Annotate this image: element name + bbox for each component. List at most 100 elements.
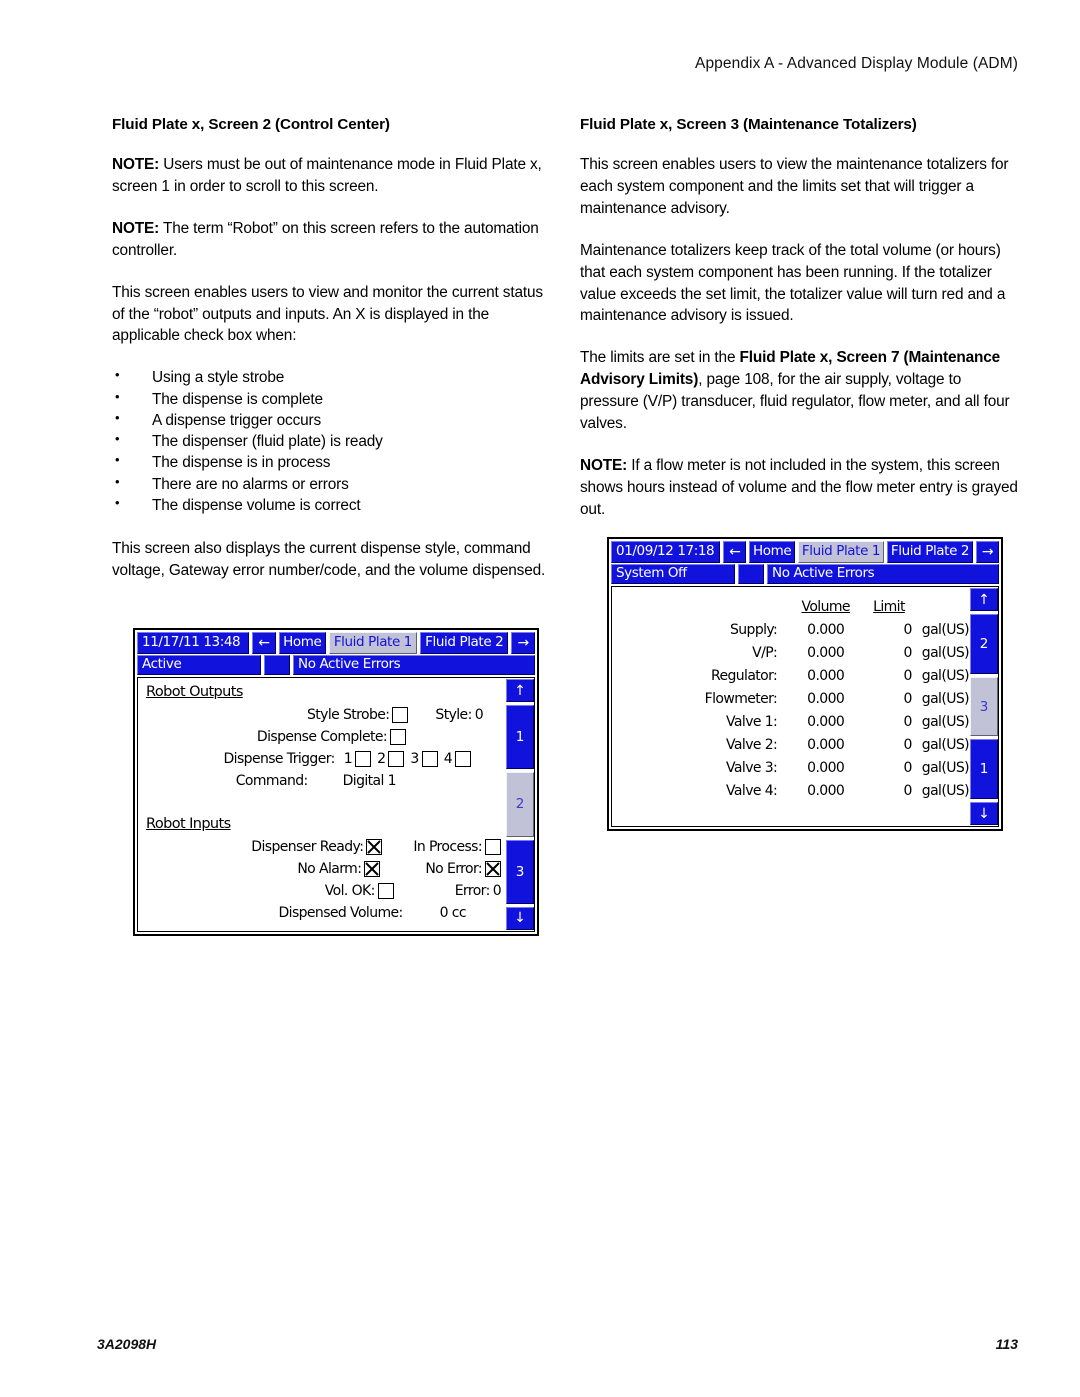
table-row: Valve 4: 0.000 0 gal(US) xyxy=(612,779,969,802)
dispense-complete-row: Dispense Complete: xyxy=(146,729,406,745)
adm-right-canvas: Volume Limit Supply: 0.000 0 gal(US) V/P… xyxy=(611,586,969,827)
row-volume: 0.000 xyxy=(807,690,845,707)
sidebar-screen-3[interactable]: 3 xyxy=(506,839,534,904)
row-label: Supply: xyxy=(729,621,778,638)
dispense-complete-checkbox[interactable] xyxy=(390,729,406,745)
style-strobe-checkbox[interactable] xyxy=(392,707,409,723)
note-text: The term “Robot” on this screen refers t… xyxy=(112,219,539,259)
right-note: NOTE: If a flow meter is not included in… xyxy=(580,455,1018,521)
left-text-column: Fluid Plate x, Screen 2 (Control Center)… xyxy=(112,115,550,602)
tab-fluid-plate-2[interactable]: Fluid Plate 2 xyxy=(887,541,973,563)
right-section-title: Fluid Plate x, Screen 3 (Maintenance Tot… xyxy=(580,116,917,133)
dispense-trigger-row: Dispense Trigger: 1 2 3 4 xyxy=(146,751,471,767)
row-volume: 0.000 xyxy=(807,782,845,799)
tab-home[interactable]: Home xyxy=(278,632,326,654)
dispense-complete-label: Dispense Complete: xyxy=(256,729,388,745)
scroll-down-icon[interactable]: ↓ xyxy=(970,802,998,826)
sidebar-screen-2[interactable]: 2 xyxy=(506,772,534,837)
row-label: Valve 2: xyxy=(726,736,778,753)
in-process-checkbox[interactable] xyxy=(485,839,501,855)
style-value: 0 xyxy=(474,707,484,723)
row-limit[interactable]: 0 xyxy=(866,756,912,779)
no-error-label: No Error: xyxy=(425,861,482,877)
vol-ok-label: Vol. OK: xyxy=(324,883,376,899)
row-unit: gal(US) xyxy=(921,644,969,661)
trigger-1-checkbox[interactable] xyxy=(355,751,372,767)
row-label: Flowmeter: xyxy=(704,690,778,707)
status-badge: System Off xyxy=(611,564,735,584)
row-unit: gal(US) xyxy=(921,782,969,799)
dispenser-ready-checkbox[interactable] xyxy=(366,839,383,855)
row-volume: 0.000 xyxy=(807,759,845,776)
row-volume: 0.000 xyxy=(807,667,845,684)
tab-home[interactable]: Home xyxy=(749,541,795,563)
table-row: Supply: 0.000 0 gal(US) xyxy=(612,618,969,641)
list-item: The dispense is complete xyxy=(112,388,550,410)
scroll-up-icon[interactable]: ↑ xyxy=(970,588,998,611)
row-limit[interactable]: 0 xyxy=(866,641,912,664)
row-limit[interactable]: 0 xyxy=(866,733,912,756)
column-header-volume: Volume xyxy=(801,598,850,615)
right-paragraph-3: The limits are set in the Fluid Plate x,… xyxy=(580,347,1018,435)
maintenance-totalizer-table: Volume Limit Supply: 0.000 0 gal(US) V/P… xyxy=(612,595,969,802)
dispensed-volume-label: Dispensed Volume: xyxy=(278,905,403,921)
left-note-2: NOTE: The term “Robot” on this screen re… xyxy=(112,218,550,262)
sidebar-screen-2[interactable]: 2 xyxy=(970,614,998,674)
command-row: Command: Digital 1 xyxy=(146,773,397,789)
in-process-label: In Process: xyxy=(413,839,482,855)
tab-fluid-plate-1[interactable]: Fluid Plate 1 xyxy=(798,541,884,563)
note-text: Users must be out of maintenance mode in… xyxy=(112,156,542,196)
table-row: Valve 2: 0.000 0 gal(US) xyxy=(612,733,969,756)
tab-fluid-plate-1[interactable]: Fluid Plate 1 xyxy=(328,632,418,654)
right-paragraph-2: Maintenance totalizers keep track of the… xyxy=(580,241,1006,325)
forward-arrow-icon[interactable]: → xyxy=(511,632,536,654)
trigger-4-checkbox[interactable] xyxy=(455,751,471,767)
no-alarm-label: No Alarm: xyxy=(297,861,362,877)
tab-fluid-plate-2[interactable]: Fluid Plate 2 xyxy=(420,632,509,654)
back-arrow-icon[interactable]: ← xyxy=(252,632,276,654)
scroll-up-icon[interactable]: ↑ xyxy=(506,679,534,702)
row-limit[interactable]: 0 xyxy=(866,687,912,710)
row-label: Valve 1: xyxy=(726,713,778,730)
table-row: Regulator: 0.000 0 gal(US) xyxy=(612,664,969,687)
back-arrow-icon[interactable]: ← xyxy=(723,541,747,563)
right-paragraph-1: This screen enables users to view the ma… xyxy=(580,156,1009,217)
style-label: Style: xyxy=(435,707,472,723)
error-banner: No Active Errors xyxy=(293,655,535,675)
sidebar-screen-1[interactable]: 1 xyxy=(970,739,998,800)
vol-ok-row: Vol. OK: Error: 0 xyxy=(146,883,502,899)
header-unit-spacer xyxy=(912,595,969,618)
datetime-display: 11/17/11 13:48 xyxy=(137,632,250,654)
adm-left-sidebar: ↑ 1 2 3 ↓ xyxy=(505,677,535,932)
row-limit[interactable]: 0 xyxy=(866,710,912,733)
vol-ok-checkbox[interactable] xyxy=(377,883,394,899)
no-alarm-checkbox[interactable] xyxy=(364,861,381,877)
right-text-column: Fluid Plate x, Screen 3 (Maintenance Tot… xyxy=(580,115,1018,540)
adm-left-body: Robot Outputs Style Strobe: Style: 0 Dis… xyxy=(135,677,537,934)
table-row: Valve 1: 0.000 0 gal(US) xyxy=(612,710,969,733)
row-limit[interactable]: 0 xyxy=(866,618,912,641)
adm-right-sidebar: ↑ 2 3 1 ↓ xyxy=(969,586,999,827)
list-item: Using a style strobe xyxy=(112,366,550,388)
page-number: 113 xyxy=(995,1336,1018,1352)
command-value: Digital 1 xyxy=(342,773,397,789)
trigger-2-label: 2 xyxy=(377,751,386,767)
row-unit: gal(US) xyxy=(921,621,969,638)
sidebar-screen-1[interactable]: 1 xyxy=(506,705,534,770)
adm-screenshot-control-center: 11/17/11 13:48 ← Home Fluid Plate 1 Flui… xyxy=(133,628,539,936)
adm-left-statusbar: Active No Active Errors xyxy=(135,654,537,677)
trigger-3-checkbox[interactable] xyxy=(421,751,438,767)
row-label: V/P: xyxy=(752,644,778,661)
scroll-down-icon[interactable]: ↓ xyxy=(506,906,534,930)
row-limit[interactable]: 0 xyxy=(866,779,912,802)
column-header-limit: Limit xyxy=(873,598,905,615)
left-section-title: Fluid Plate x, Screen 2 (Control Center) xyxy=(112,116,390,133)
error-label: Error: xyxy=(454,883,491,899)
forward-arrow-icon[interactable]: → xyxy=(976,541,999,563)
row-limit[interactable]: 0 xyxy=(866,664,912,687)
trigger-2-checkbox[interactable] xyxy=(388,751,405,767)
adm-left-canvas: Robot Outputs Style Strobe: Style: 0 Dis… xyxy=(137,677,505,932)
list-item: The dispense volume is correct xyxy=(112,494,550,516)
sidebar-screen-3[interactable]: 3 xyxy=(970,676,998,737)
no-error-checkbox[interactable] xyxy=(485,861,501,877)
